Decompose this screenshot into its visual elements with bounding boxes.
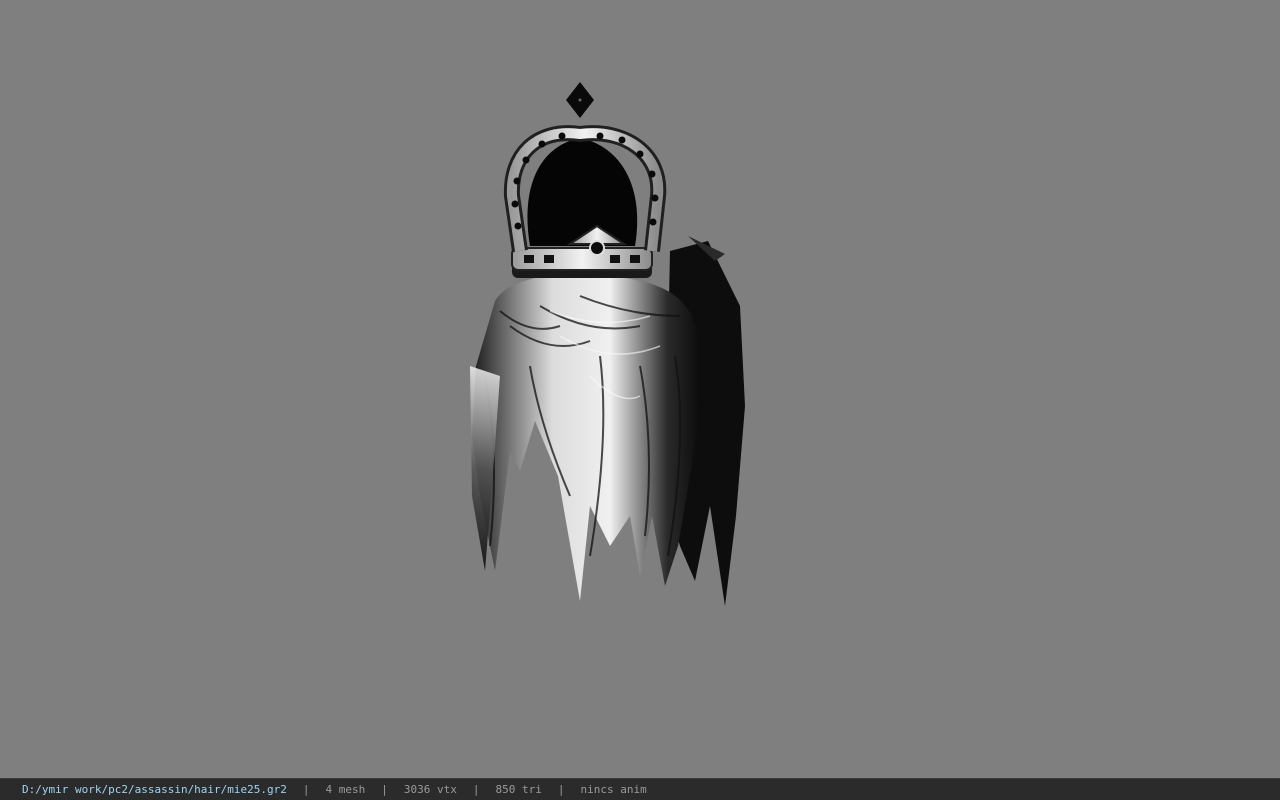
- triangle-count: 850 tri: [495, 783, 542, 796]
- hair-main: [472, 274, 702, 601]
- crown-front-gem: [589, 240, 605, 256]
- separator: |: [557, 783, 565, 796]
- separator: |: [381, 783, 388, 796]
- vertex-count: 3036 vtx: [403, 783, 457, 796]
- separator: |: [472, 783, 480, 796]
- status-bar: D:/ymir work/pc2/assassin/hair/mie25.gr2…: [0, 778, 1280, 800]
- hair-crown-model: [470, 82, 745, 606]
- file-path: D:/ymir work/pc2/assassin/hair/mie25.gr2: [22, 783, 287, 796]
- mesh-count: 4 mesh: [325, 783, 366, 796]
- separator: |: [302, 783, 310, 796]
- model-viewport[interactable]: [0, 0, 1280, 778]
- animation-status: nincs anim: [580, 783, 647, 796]
- crown-cap: [527, 138, 638, 246]
